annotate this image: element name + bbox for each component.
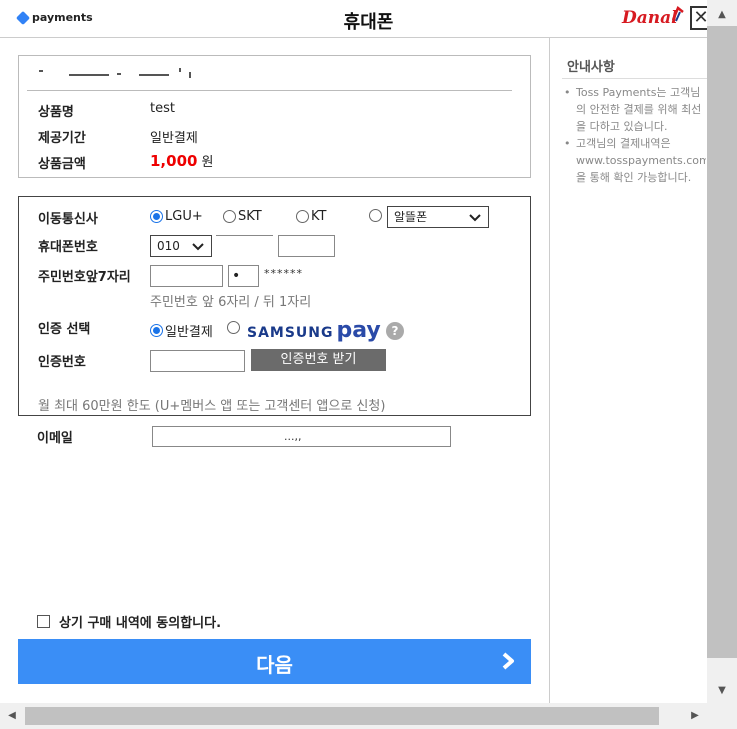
- carrier-lgu-label: LGU+: [165, 209, 203, 224]
- radio-on-icon: [150, 210, 163, 223]
- phone-prefix-select[interactable]: 010: [150, 235, 212, 257]
- horizontal-scrollbar[interactable]: ◀ ▶: [0, 703, 707, 729]
- product-name-value: test: [150, 101, 175, 116]
- pay-text: pay: [336, 318, 381, 343]
- next-button-label: 다음: [256, 653, 293, 677]
- scroll-down-icon[interactable]: ▼: [707, 680, 737, 702]
- price-value: 1,000: [150, 152, 198, 170]
- danal-logo: Danal: [622, 8, 678, 28]
- chevron-down-icon: [192, 243, 204, 251]
- radio-off-icon: [227, 321, 240, 334]
- price-unit: 원: [201, 155, 214, 170]
- carrier-radio-mvno[interactable]: [369, 209, 384, 222]
- carrier-label: 이동통신사: [38, 212, 98, 227]
- price-value-group: 1,000 원: [150, 151, 213, 170]
- sidebar-divider: [549, 38, 550, 703]
- phone-prefix-value: 010: [157, 239, 180, 253]
- period-label: 제공기간: [38, 131, 86, 146]
- scroll-up-icon[interactable]: ▲: [707, 4, 737, 26]
- ssn-label: 주민번호앞7자리: [38, 270, 131, 285]
- phone-label: 휴대폰번호: [38, 240, 98, 255]
- notice-divider: [562, 78, 707, 79]
- radio-on-icon: [150, 324, 163, 337]
- chevron-right-icon: [502, 652, 514, 670]
- ssn-back-input[interactable]: •: [228, 265, 259, 287]
- auth-method-label: 인증 선택: [38, 322, 91, 337]
- ssn-hint: 주민번호 앞 6자리 / 뒤 1자리: [150, 295, 312, 310]
- email-label: 이메일: [37, 431, 73, 446]
- scroll-left-icon[interactable]: ◀: [2, 703, 22, 729]
- product-summary: 상품명 test 제공기간 일반결제 상품금액 1,000 원: [18, 55, 531, 178]
- agree-checkbox[interactable]: [37, 615, 50, 628]
- payment-form: 이동통신사 LGU+ SKT KT 알뜰폰 휴대폰번호 010 주민번호앞7자리…: [18, 196, 531, 416]
- popup-header: payments 휴대폰 Danal ✕: [0, 0, 737, 38]
- horizontal-scroll-thumb[interactable]: [25, 707, 659, 725]
- samsung-pay-logo: SAMSUNG pay: [247, 318, 381, 343]
- request-auth-code-button[interactable]: 인증번호 받기: [251, 349, 386, 371]
- auth-radio-samsung[interactable]: [227, 321, 242, 334]
- mvno-select[interactable]: 알뜰폰: [387, 206, 489, 228]
- carrier-radio-lgu[interactable]: LGU+: [150, 209, 203, 224]
- auth-radio-general[interactable]: 일반결제: [150, 321, 213, 340]
- danal-mark-icon: [672, 6, 684, 22]
- carrier-radio-kt[interactable]: KT: [296, 209, 326, 224]
- agree-label: 상기 구매 내역에 동의합니다.: [59, 616, 222, 631]
- auth-code-label: 인증번호: [38, 355, 86, 370]
- radio-off-icon: [223, 210, 236, 223]
- notice-title: 안내사항: [567, 60, 615, 75]
- divider: [27, 90, 512, 91]
- carrier-skt-label: SKT: [238, 209, 262, 224]
- scrollbar-corner: [707, 703, 737, 729]
- carrier-radio-skt[interactable]: SKT: [223, 209, 262, 224]
- agree-checkbox-row[interactable]: 상기 구매 내역에 동의합니다.: [37, 612, 221, 631]
- period-value: 일반결제: [150, 131, 198, 146]
- price-label: 상품금액: [38, 157, 86, 172]
- radio-off-icon: [296, 210, 309, 223]
- vertical-scrollbar[interactable]: ▲ ▼: [707, 0, 737, 703]
- phone-last-input[interactable]: [278, 235, 335, 257]
- mvno-select-value: 알뜰폰: [394, 210, 428, 224]
- ssn-front-input[interactable]: [150, 265, 223, 287]
- notice-item: Toss Payments는 고객님의 안전한 결제를 위해 최선을 다하고 있…: [564, 84, 706, 135]
- phone-middle-input[interactable]: [216, 235, 273, 257]
- limit-note: 월 최대 60만원 한도 (U+멤버스 앱 또는 고객센터 앱으로 신청): [38, 399, 386, 414]
- notice-list: Toss Payments는 고객님의 안전한 결제를 위해 최선을 다하고 있…: [564, 84, 706, 186]
- product-name-label: 상품명: [38, 105, 74, 120]
- notice-item: 고객님의 결제내역은 www.tosspayments.com을 통해 확인 가…: [564, 135, 706, 186]
- email-value: ...,,: [284, 430, 302, 443]
- auth-code-input[interactable]: [150, 350, 245, 372]
- radio-off-icon: [369, 209, 382, 222]
- scroll-right-icon[interactable]: ▶: [685, 703, 705, 729]
- samsung-text: SAMSUNG: [247, 325, 334, 341]
- chevron-down-icon: [469, 214, 481, 222]
- email-input[interactable]: ...,,: [152, 426, 451, 447]
- vertical-scroll-thumb[interactable]: [707, 26, 737, 658]
- carrier-kt-label: KT: [311, 209, 327, 224]
- redacted-text: [39, 64, 199, 78]
- help-icon[interactable]: ?: [386, 322, 404, 340]
- ssn-mask: ******: [264, 267, 303, 280]
- next-button[interactable]: 다음: [18, 639, 531, 684]
- auth-general-label: 일반결제: [165, 325, 213, 340]
